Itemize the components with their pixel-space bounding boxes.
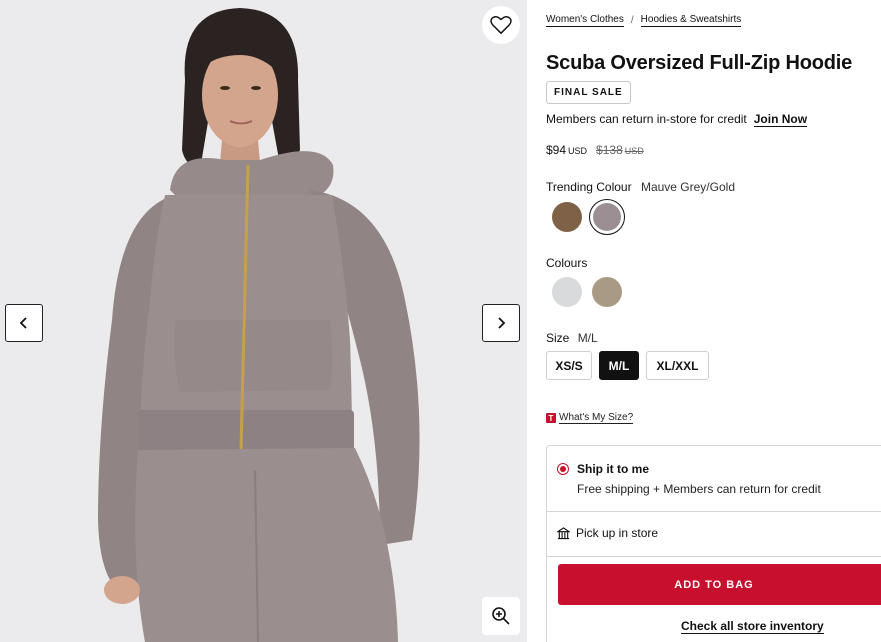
breadcrumb-separator: / [630,15,634,26]
pickup-label: Pick up in store [576,526,659,540]
product-image-panel [0,0,527,642]
size-selected: M/L [577,331,598,345]
swatch-light-grey[interactable] [552,277,582,307]
ship-option-title: Ship it to me [577,462,649,476]
ship-option[interactable]: Ship it to me Free shipping + Members ca… [557,462,821,496]
current-price: $94 [546,143,567,157]
size-line: Size M/L [546,331,598,345]
price: $94 USD $138 USD [546,143,644,157]
member-text: Members can return in-store for credit [546,112,747,126]
previous-image-button[interactable] [5,304,43,342]
size-option-xl-xxl[interactable]: XL/XXL [646,351,709,380]
swatch-mauve-grey[interactable] [589,199,625,235]
divider [547,556,881,557]
fulfilment-options: Ship it to me Free shipping + Members ca… [546,445,881,642]
colours-label: Colours [546,256,588,270]
size-label: Size [546,331,570,345]
breadcrumb-hoodies[interactable]: Hoodies & Sweatshirts [640,14,742,27]
product-info-panel: Women's Clothes / Hoodies & Sweatshirts … [546,0,881,642]
wishlist-button[interactable] [482,6,520,44]
ship-option-description: Free shipping + Members can return for c… [577,482,821,496]
original-price: $138 [596,143,623,157]
size-guide-link[interactable]: T What's My Size? [546,412,634,424]
breadcrumb: Women's Clothes / Hoodies & Sweatshirts [546,14,742,27]
zoom-in-icon [492,607,510,625]
check-inventory-link[interactable]: Check all store inventory [681,619,824,634]
next-image-button[interactable] [482,304,520,342]
original-currency: USD [624,146,644,156]
trending-colour-line: Trending Colour Mauve Grey/Gold [546,180,735,194]
store-icon [557,526,570,539]
chevron-right-icon [498,317,506,329]
radio-selected-icon [557,463,569,475]
add-to-bag-button[interactable]: ADD TO BAG [558,564,881,605]
heart-icon [490,15,512,34]
current-currency: USD [568,146,588,156]
trending-colour-label: Trending Colour [546,180,632,194]
product-title: Scuba Oversized Full-Zip Hoodie [546,52,853,74]
size-guide-badge: T [546,413,556,423]
divider [547,511,881,512]
size-guide-text: What's My Size? [559,412,634,424]
pickup-option[interactable]: Pick up in store [557,526,658,540]
product-photo [0,0,527,642]
join-now-link[interactable]: Join Now [753,112,808,127]
zoom-button[interactable] [482,597,520,635]
trending-colour-selected: Mauve Grey/Gold [640,180,735,194]
size-option-xs-s[interactable]: XS/S [546,351,592,380]
chevron-left-icon [19,317,27,329]
breadcrumb-womens-clothes[interactable]: Women's Clothes [546,14,624,27]
size-option-m-l[interactable]: M/L [599,351,639,380]
final-sale-badge: FINAL SALE [546,81,631,104]
member-return-line: Members can return in-store for credit J… [546,112,808,127]
swatch-taupe[interactable] [592,277,622,307]
swatch-brown[interactable] [552,202,582,232]
